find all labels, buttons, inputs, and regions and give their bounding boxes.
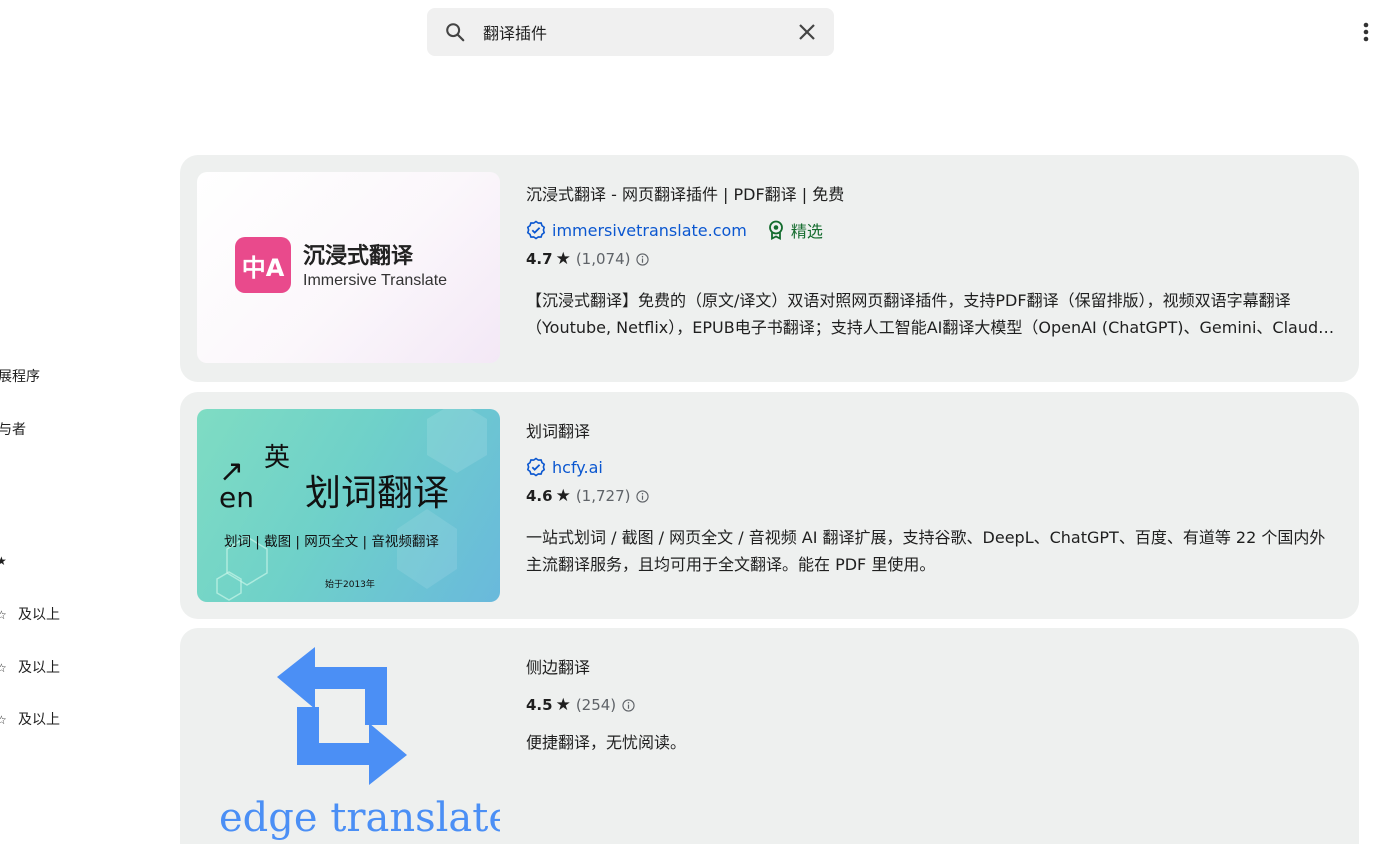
extension-thumbnail: ↗ 英 en 划词翻译 划词 | 截图 | 网页全文 | 音视频翻译 始于201… <box>197 409 500 602</box>
result-card[interactable]: edge translate 侧边翻译 4.5 ★ (254) 便捷翻译，无忧阅… <box>180 628 1359 844</box>
featured-label: 精选 <box>790 222 823 241</box>
more-options-button[interactable] <box>1354 20 1378 44</box>
star-icon: ☆ <box>0 713 7 727</box>
rating-count: (1,727) <box>575 487 631 505</box>
repeat-arrows-icon <box>277 647 407 785</box>
rating-value: 4.7 <box>526 250 553 268</box>
rating-value: 4.5 <box>526 696 553 714</box>
rating-filter-label: 及以上 <box>18 712 60 728</box>
search-icon[interactable] <box>427 8 483 56</box>
rating-filter-2[interactable]: ☆ 及以上 <box>0 709 60 728</box>
result-title[interactable]: 沉浸式翻译 - 网页翻译插件 | PDF翻译 | 免费 <box>526 184 1335 206</box>
search-input[interactable] <box>483 22 780 42</box>
rating-filter-label: 及以上 <box>18 660 60 676</box>
extension-thumbnail: 中A 沉浸式翻译 Immersive Translate <box>197 172 500 363</box>
verified-icon <box>526 457 546 477</box>
close-icon <box>799 24 815 40</box>
star-icon: ☆ <box>0 661 7 675</box>
thumb-since: 始于2013年 <box>325 580 375 590</box>
result-card[interactable]: 中A 沉浸式翻译 Immersive Translate 沉浸式翻译 - 网页翻… <box>180 155 1359 382</box>
rating-filter-3[interactable]: ☆ 及以上 <box>0 657 60 676</box>
sidebar-item-extensions[interactable]: 展程序 <box>0 366 40 386</box>
result-title[interactable]: 侧边翻译 <box>526 657 1335 679</box>
result-title[interactable]: 划词翻译 <box>526 421 1335 443</box>
publisher-link[interactable]: immersivetranslate.com <box>552 221 747 240</box>
edge-translate-logo-text: edge translate <box>219 795 500 841</box>
logo-text-cn: 沉浸式翻译 <box>303 244 414 269</box>
thumb-text-cn: 英 <box>264 443 291 473</box>
immersive-translate-logo-icon: 中A <box>235 237 291 293</box>
star-icon: ☆ <box>0 608 7 622</box>
thumb-subtitle: 划词 | 截图 | 网页全文 | 音视频翻译 <box>224 534 439 550</box>
extension-thumbnail: edge translate <box>197 645 500 844</box>
thumb-big-title: 划词翻译 <box>305 473 450 514</box>
rating-count: (254) <box>575 696 617 714</box>
result-description: 一站式划词 / 截图 / 网页全文 / 音视频 AI 翻译扩展，支持谷歌、Dee… <box>526 528 1326 574</box>
clear-search-button[interactable] <box>780 8 834 56</box>
result-description: 【沉浸式翻译】免费的（原文/译文）双语对照网页翻译插件，支持PDF翻译（保留排版… <box>526 291 1328 337</box>
star-icon: ★ <box>555 249 571 269</box>
verified-icon <box>526 220 546 240</box>
featured-badge: 精选 <box>767 218 823 242</box>
rating-filter-label: 及以上 <box>18 607 60 623</box>
star-icon: ★ <box>0 554 7 568</box>
more-vert-icon <box>1363 22 1369 42</box>
search-bar <box>427 8 834 56</box>
rating-count: (1,074) <box>575 250 631 268</box>
result-card[interactable]: ↗ 英 en 划词翻译 划词 | 截图 | 网页全文 | 音视频翻译 始于201… <box>180 392 1359 619</box>
star-icon: ★ <box>555 486 571 506</box>
publisher-link[interactable]: hcfy.ai <box>552 458 603 477</box>
award-icon <box>768 220 783 240</box>
info-icon[interactable] <box>636 252 650 266</box>
rating-value: 4.6 <box>526 487 553 505</box>
sidebar-item-developers[interactable]: 与者 <box>0 419 26 439</box>
star-icon: ★ <box>555 695 571 715</box>
thumb-text-en: en <box>219 481 254 514</box>
rating-filter-4[interactable]: ☆ 及以上 <box>0 604 60 623</box>
logo-text-en: Immersive Translate <box>303 272 448 289</box>
info-icon[interactable] <box>636 489 650 503</box>
result-description: 便捷翻译，无忧阅读。 <box>526 733 687 752</box>
info-icon[interactable] <box>622 698 635 712</box>
